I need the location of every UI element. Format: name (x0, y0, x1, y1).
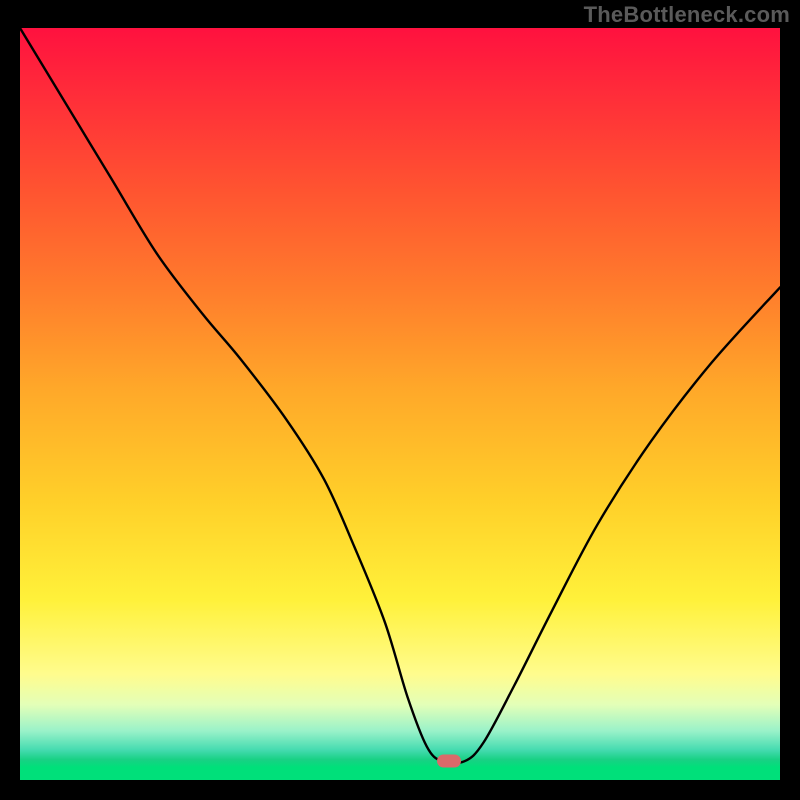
chart-wrapper: TheBottleneck.com (0, 0, 800, 800)
watermark-text: TheBottleneck.com (584, 2, 790, 28)
bottleneck-curve (20, 28, 780, 780)
minimum-marker-icon (437, 755, 461, 768)
curve-path (20, 28, 780, 763)
plot-area (20, 28, 780, 780)
